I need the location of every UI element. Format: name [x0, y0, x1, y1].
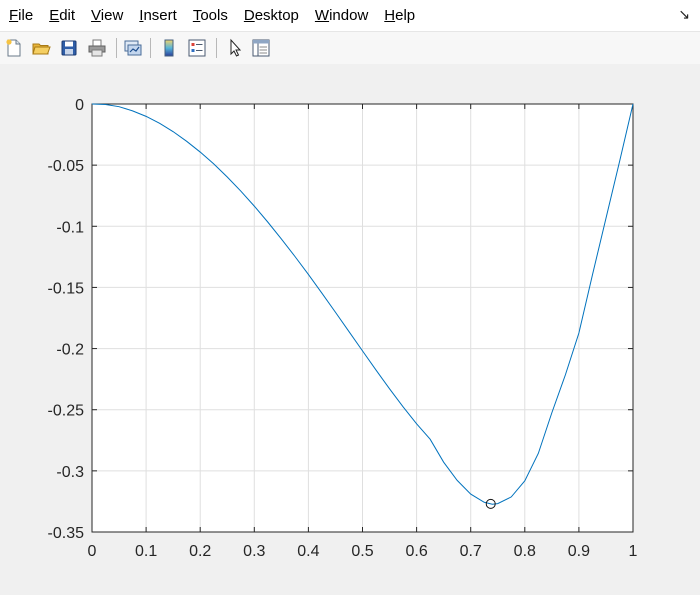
- line-chart[interactable]: 0 0.1 0.2 0.3 0.4 0.5 0.6 0.7 0.8 0.9 1 0 -0.05 -0.1 -…: [0, 64, 700, 590]
- y-tick-label: -0.35: [48, 525, 85, 542]
- menu-insert[interactable]: Insert: [138, 5, 178, 26]
- toolbar-separator: [150, 38, 151, 58]
- insert-legend-button[interactable]: [186, 37, 208, 59]
- folder-open-icon: [32, 43, 51, 55]
- x-tick-label: 0.2: [189, 543, 211, 560]
- property-inspector-button[interactable]: [250, 37, 272, 59]
- new-figure-button[interactable]: [3, 37, 25, 59]
- open-file-button[interactable]: [30, 37, 52, 59]
- y-tick-label: -0.05: [48, 158, 85, 175]
- figure-toolbar: [0, 31, 700, 65]
- x-tick-label: 0.6: [405, 543, 427, 560]
- print-figure-button[interactable]: [86, 37, 108, 59]
- x-tick-label: 1: [629, 543, 638, 560]
- x-tick-label: 0.4: [297, 543, 319, 560]
- y-tick-label: -0.25: [48, 403, 85, 420]
- menu-tools[interactable]: Tools: [192, 5, 229, 26]
- arrow-pointer-icon: [230, 38, 242, 57]
- floppy-disk-icon: [61, 40, 77, 56]
- menu-bar: File Edit View Insert Tools Desktop Window Help: [0, 0, 700, 31]
- menu-help[interactable]: Help: [383, 5, 416, 26]
- x-tick-label: 0: [88, 543, 97, 560]
- y-tick-label: -0.2: [56, 342, 84, 359]
- save-figure-button[interactable]: [58, 37, 80, 59]
- new-file-icon: [6, 39, 21, 57]
- link-plot-icon: [124, 40, 142, 56]
- edit-plot-button[interactable]: [224, 37, 246, 59]
- x-tick-label: 0.5: [351, 543, 373, 560]
- menu-window[interactable]: Window: [314, 5, 369, 26]
- dock-figure-icon[interactable]: ↘: [678, 6, 690, 23]
- menu-file[interactable]: File: [8, 5, 34, 26]
- menu-view[interactable]: View: [90, 5, 124, 26]
- y-tick-label: -0.15: [48, 280, 85, 297]
- y-tick-label: -0.3: [56, 464, 84, 481]
- figure-canvas: 0 0.1 0.2 0.3 0.4 0.5 0.6 0.7 0.8 0.9 1 0 -0.05 -0.1 -…: [0, 64, 700, 590]
- x-tick-label: 0.7: [460, 543, 482, 560]
- y-tick-label: -0.1: [56, 219, 84, 236]
- link-plot-button[interactable]: [122, 37, 144, 59]
- x-tick-label: 0.3: [243, 543, 265, 560]
- toolbar-separator: [216, 38, 217, 58]
- y-tick-label: 0: [75, 97, 84, 114]
- x-tick-label: 0.9: [568, 543, 590, 560]
- x-tick-label: 0.8: [514, 543, 536, 560]
- x-tick-label: 0.1: [135, 543, 157, 560]
- legend-icon: [188, 39, 206, 57]
- menu-edit[interactable]: Edit: [48, 5, 76, 26]
- property-inspector-icon: [252, 39, 270, 57]
- toolbar-separator: [116, 38, 117, 58]
- menu-desktop[interactable]: Desktop: [243, 5, 300, 26]
- insert-colorbar-button[interactable]: [158, 37, 180, 59]
- colorbar-icon: [164, 39, 174, 57]
- printer-icon: [88, 39, 106, 57]
